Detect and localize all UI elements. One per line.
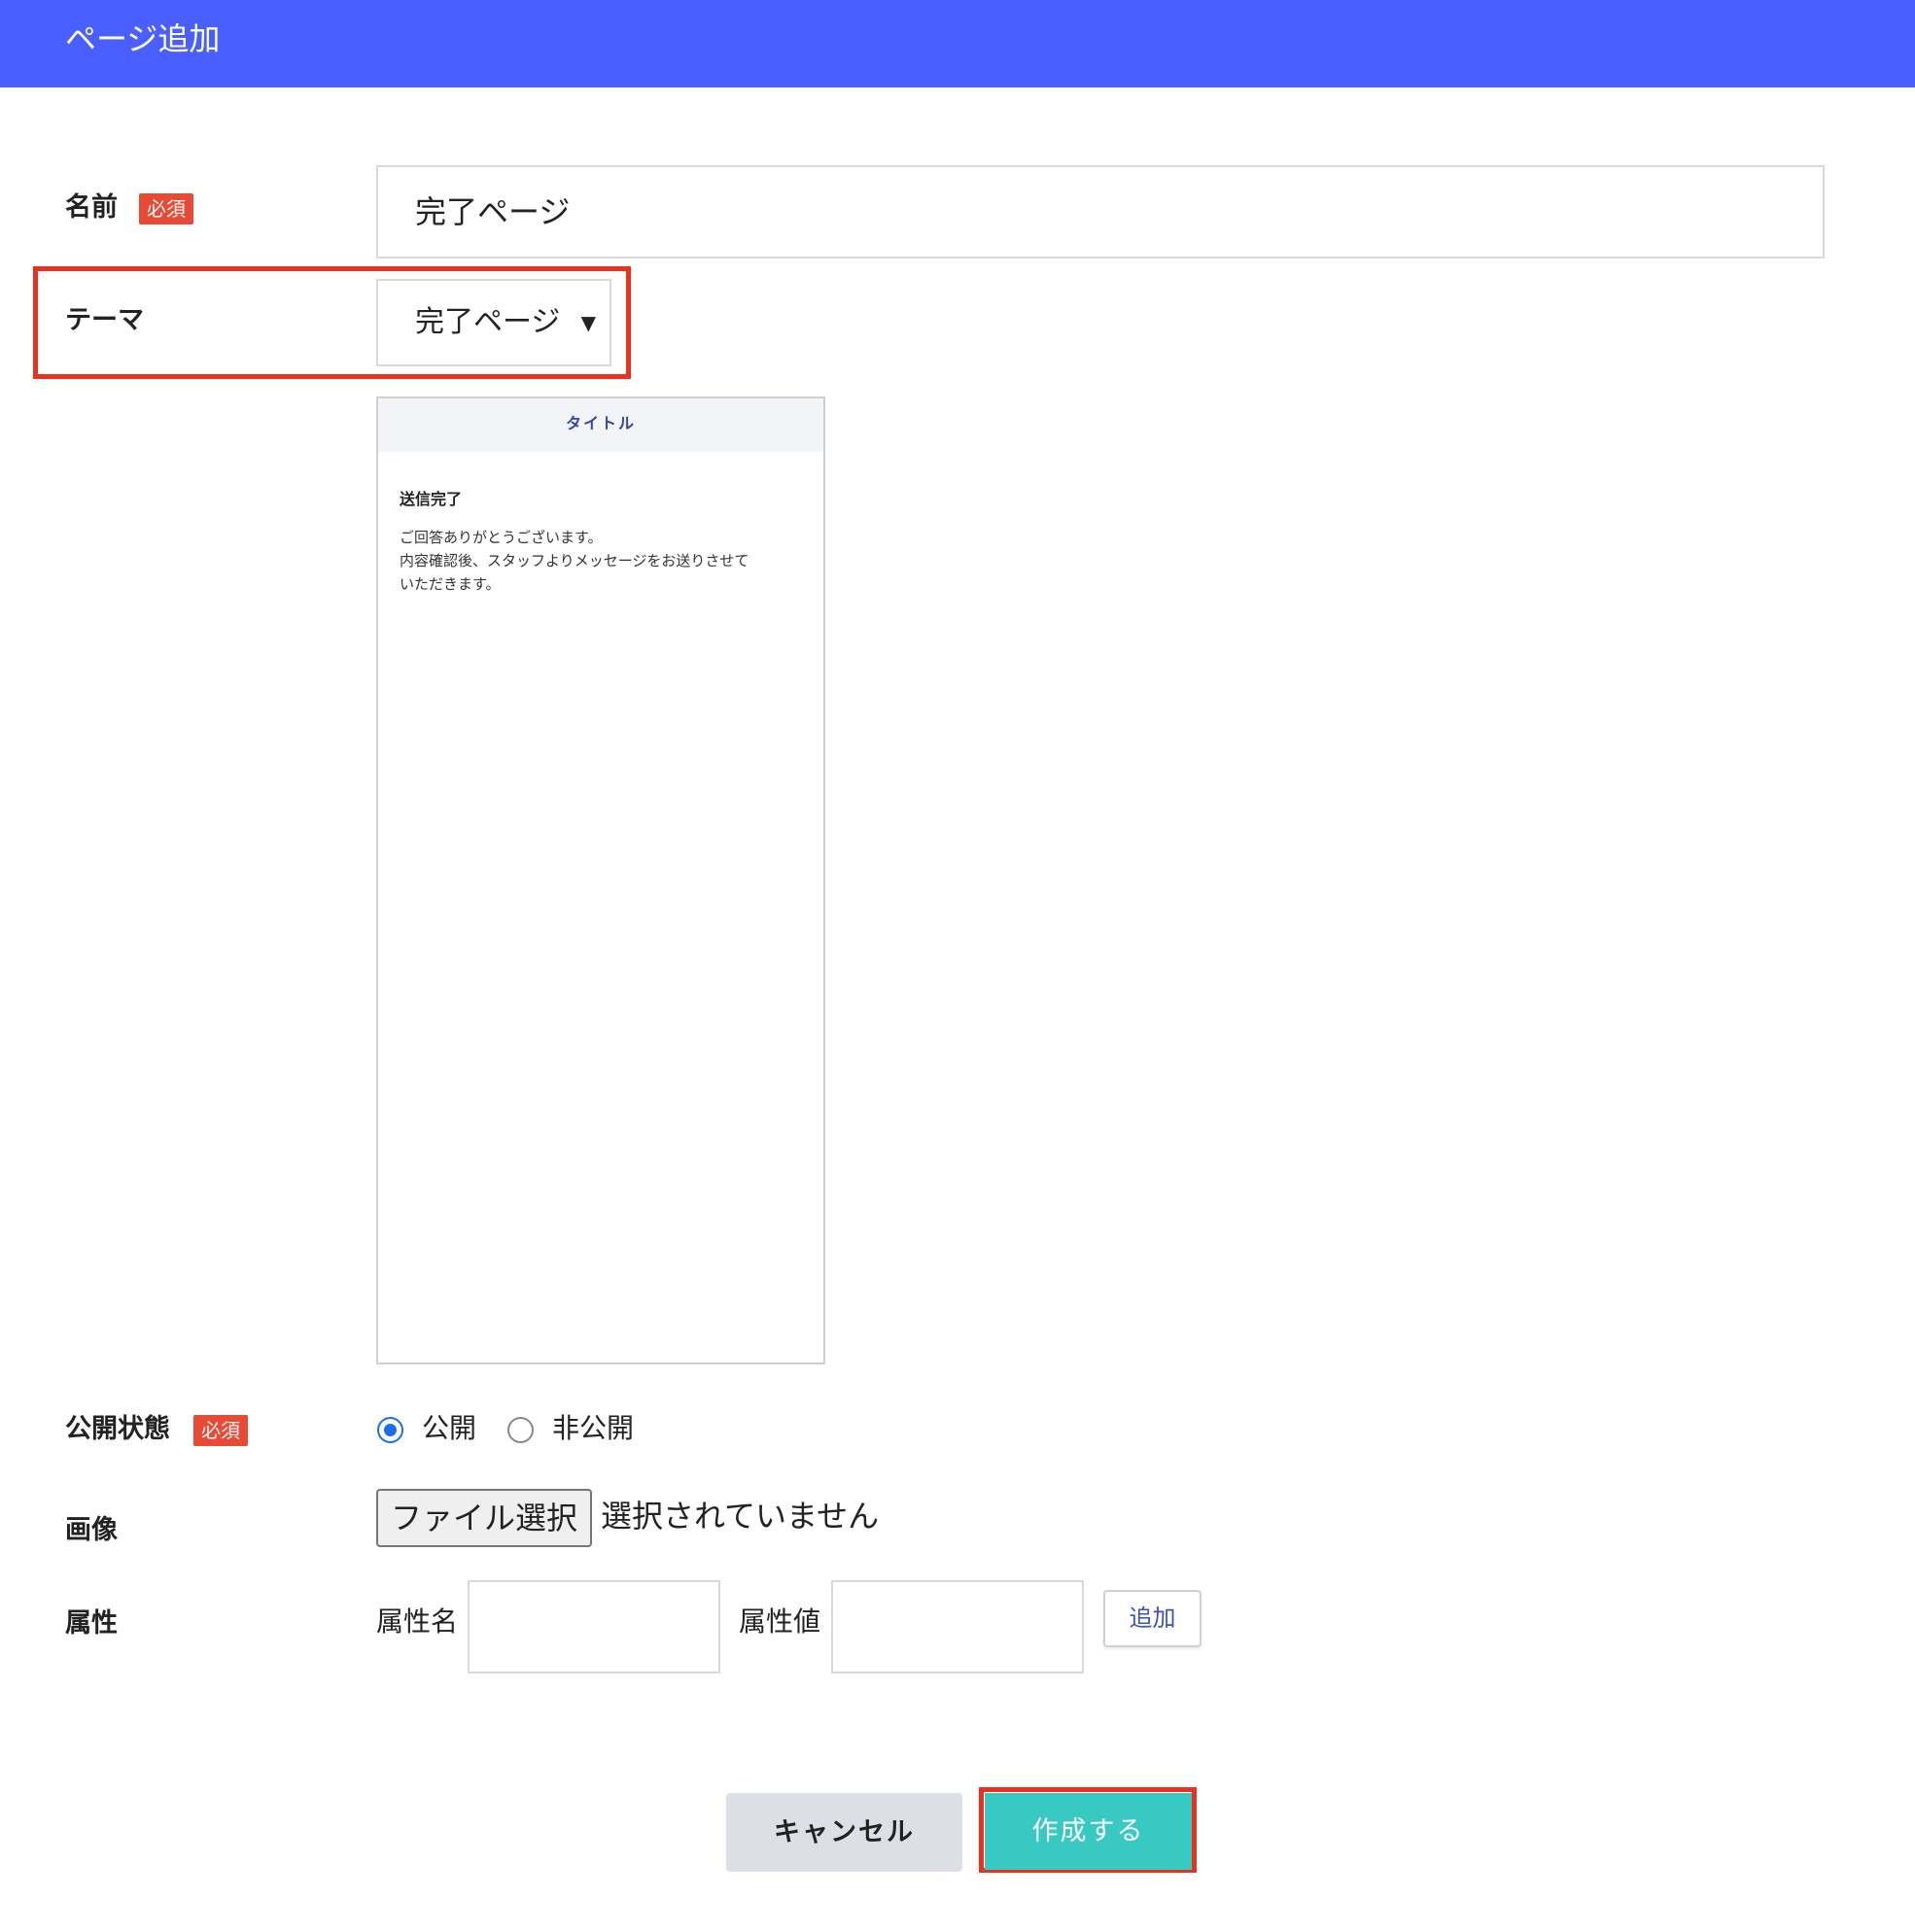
radio-public[interactable] (377, 1417, 403, 1443)
visibility-label: 公開状態 (65, 1414, 170, 1444)
radio-public-label[interactable]: 公開 (422, 1411, 476, 1446)
radio-selected-dot (384, 1424, 397, 1436)
preview-text-line: ご回答ありがとうございます。 (400, 529, 603, 546)
preview-header: タイトル (378, 398, 823, 452)
page-title: ページ追加 (65, 20, 221, 57)
radio-private-label[interactable]: 非公開 (552, 1411, 634, 1446)
name-label: 名前 (65, 192, 118, 223)
attribute-name-label: 属性名 (376, 1605, 459, 1638)
theme-label: テーマ (65, 305, 144, 335)
page-header: ページ追加 (0, 0, 1915, 87)
add-attribute-button[interactable]: 追加 (1103, 1590, 1201, 1647)
name-required-badge: 必須 (139, 193, 193, 224)
preview-text-line: 内容確認後、スタッフよりメッセージをお送りさせて (400, 552, 749, 569)
theme-select[interactable]: 完了ページ ▼ (376, 279, 611, 366)
chevron-down-icon: ▼ (580, 311, 596, 334)
radio-private[interactable] (507, 1417, 534, 1443)
file-status-text: 選択されていません (601, 1498, 880, 1535)
preview-title: タイトル (565, 414, 636, 432)
cancel-button[interactable]: キャンセル (726, 1793, 962, 1872)
file-select-button[interactable]: ファイル選択 (376, 1489, 592, 1547)
name-input[interactable]: 完了ページ (376, 165, 1825, 259)
attribute-value-input[interactable] (831, 1580, 1084, 1673)
image-label: 画像 (65, 1515, 118, 1545)
preview-heading: 送信完了 (400, 490, 463, 508)
attribute-label: 属性 (65, 1608, 118, 1639)
visibility-required-badge: 必須 (193, 1415, 248, 1446)
create-button[interactable]: 作成する (985, 1793, 1192, 1870)
attribute-name-input[interactable] (468, 1580, 720, 1673)
preview-text-line: いただきます。 (400, 575, 501, 593)
theme-select-value: 完了ページ (415, 305, 561, 339)
theme-preview: タイトル 送信完了 ご回答ありがとうございます。 内容確認後、スタッフよりメッセ… (376, 397, 825, 1364)
attribute-value-label: 属性値 (739, 1605, 821, 1638)
